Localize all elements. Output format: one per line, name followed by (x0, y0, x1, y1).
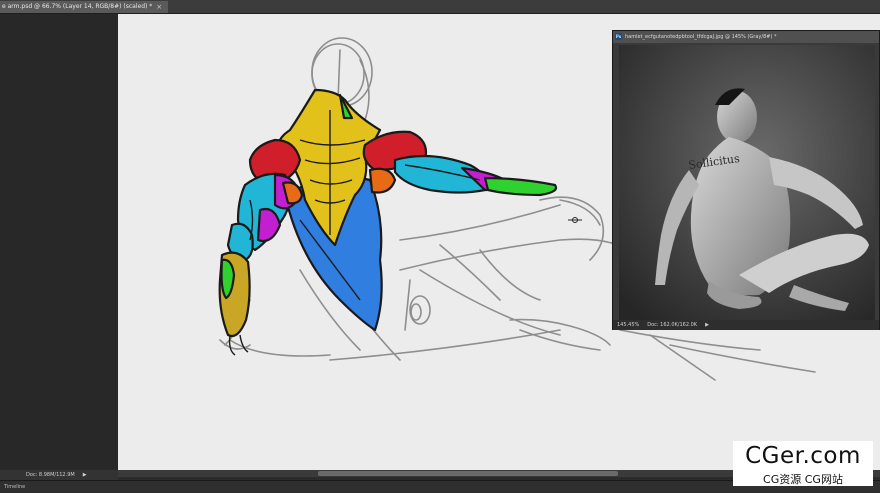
watermark-sub-text: CG资源 CG网站 (763, 473, 843, 486)
muscle-figure (218, 88, 558, 338)
status-arrow-icon[interactable]: ▶ (83, 471, 87, 480)
reference-image-window[interactable]: Ps hamlet_ecfgutanotedpbtool_tfdcgaJ.jpg… (612, 30, 880, 330)
close-icon[interactable]: × (156, 1, 162, 13)
document-tab-bar: e arm.psd @ 66.7% (Layer 14, RGB/8#) (sc… (0, 0, 880, 14)
pasteboard-left (0, 14, 118, 470)
status-doc-size: Doc: 8.98M/112.9M (26, 472, 75, 478)
document-tab[interactable]: e arm.psd @ 66.7% (Layer 14, RGB/8#) (sc… (0, 1, 169, 13)
photoshop-app-icon: Ps (615, 33, 622, 40)
watermark-logo: CGer.com CG资源 CG网站 (733, 441, 873, 486)
status-bar: Doc: 8.98M/112.9M ▶ (0, 471, 200, 480)
reference-status-bar: 145.45% Doc: 162.0K/162.0K ▶ (613, 320, 879, 330)
reference-photo: Sollicitus (619, 45, 875, 321)
reference-photo-drawing: Sollicitus (619, 45, 875, 321)
watermark-main-text: CGer.com (745, 443, 861, 469)
reference-zoom-level[interactable]: 145.45% (617, 320, 639, 330)
reference-window-titlebar[interactable]: Ps hamlet_ecfgutanotedpbtool_tfdcgaJ.jpg… (613, 31, 879, 43)
document-tab-title: e arm.psd @ 66.7% (Layer 14, RGB/8#) (sc… (2, 3, 153, 10)
horizontal-scrollbar-thumb[interactable] (318, 471, 618, 476)
reference-window-title: hamlet_ecfgutanotedpbtool_tfdcgaJ.jpg @ … (625, 34, 777, 40)
brush-cursor-icon (568, 217, 582, 223)
reference-status-arrow-icon[interactable]: ▶ (705, 320, 709, 330)
timeline-label: Timeline (4, 484, 26, 490)
reference-doc-size: Doc: 162.0K/162.0K (647, 322, 698, 328)
